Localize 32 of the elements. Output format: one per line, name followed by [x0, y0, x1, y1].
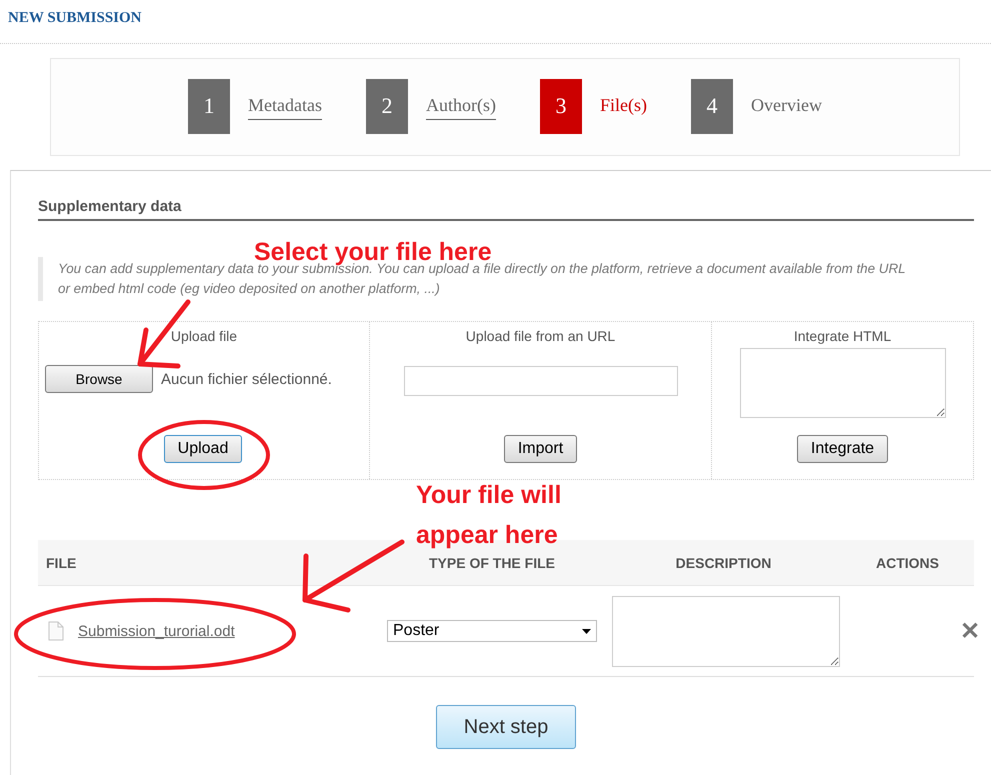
step-number: 4 [690, 78, 733, 134]
step-link[interactable]: Author(s) [426, 94, 496, 120]
step-link[interactable]: Overview [750, 94, 822, 120]
type-select[interactable]: Poster [387, 620, 597, 642]
import-button[interactable]: Import [504, 435, 578, 463]
file-link[interactable]: Submission_turorial.odt [78, 622, 235, 640]
step-number: 1 [188, 78, 230, 134]
step-number: 3 [540, 78, 582, 134]
browse-button[interactable]: Browse [45, 365, 153, 393]
column-header: TYPE OF THE FILE [428, 554, 556, 570]
step-link[interactable]: File(s) [600, 94, 647, 120]
column-header: ACTIONS [875, 554, 940, 570]
page-title: NEW SUBMISSION [8, 10, 143, 27]
panel-title: Upload file [170, 328, 238, 346]
column-header: DESCRIPTION [674, 554, 772, 570]
annotation-text: Your file will appear here [416, 480, 562, 551]
file-status: Aucun fichier sélectionné. [161, 370, 332, 388]
step-number: 2 [366, 78, 408, 134]
step-link[interactable]: Metadatas [248, 94, 322, 120]
description-field[interactable] [612, 596, 840, 666]
integrate-button[interactable]: Integrate [796, 435, 888, 463]
document-icon [48, 621, 64, 641]
html-field[interactable] [740, 348, 946, 418]
next-step-button[interactable]: Next step [436, 705, 576, 749]
url-field[interactable] [404, 366, 678, 396]
panel-title: Integrate HTML [794, 328, 892, 346]
panel-title: Upload file from an URL [466, 328, 616, 346]
upload-button[interactable]: Upload [164, 435, 242, 463]
section-title: Supplementary data [38, 198, 974, 221]
caret-icon [582, 628, 591, 634]
delete-button[interactable]: ✕ [960, 616, 980, 646]
column-header: FILE [45, 554, 78, 570]
